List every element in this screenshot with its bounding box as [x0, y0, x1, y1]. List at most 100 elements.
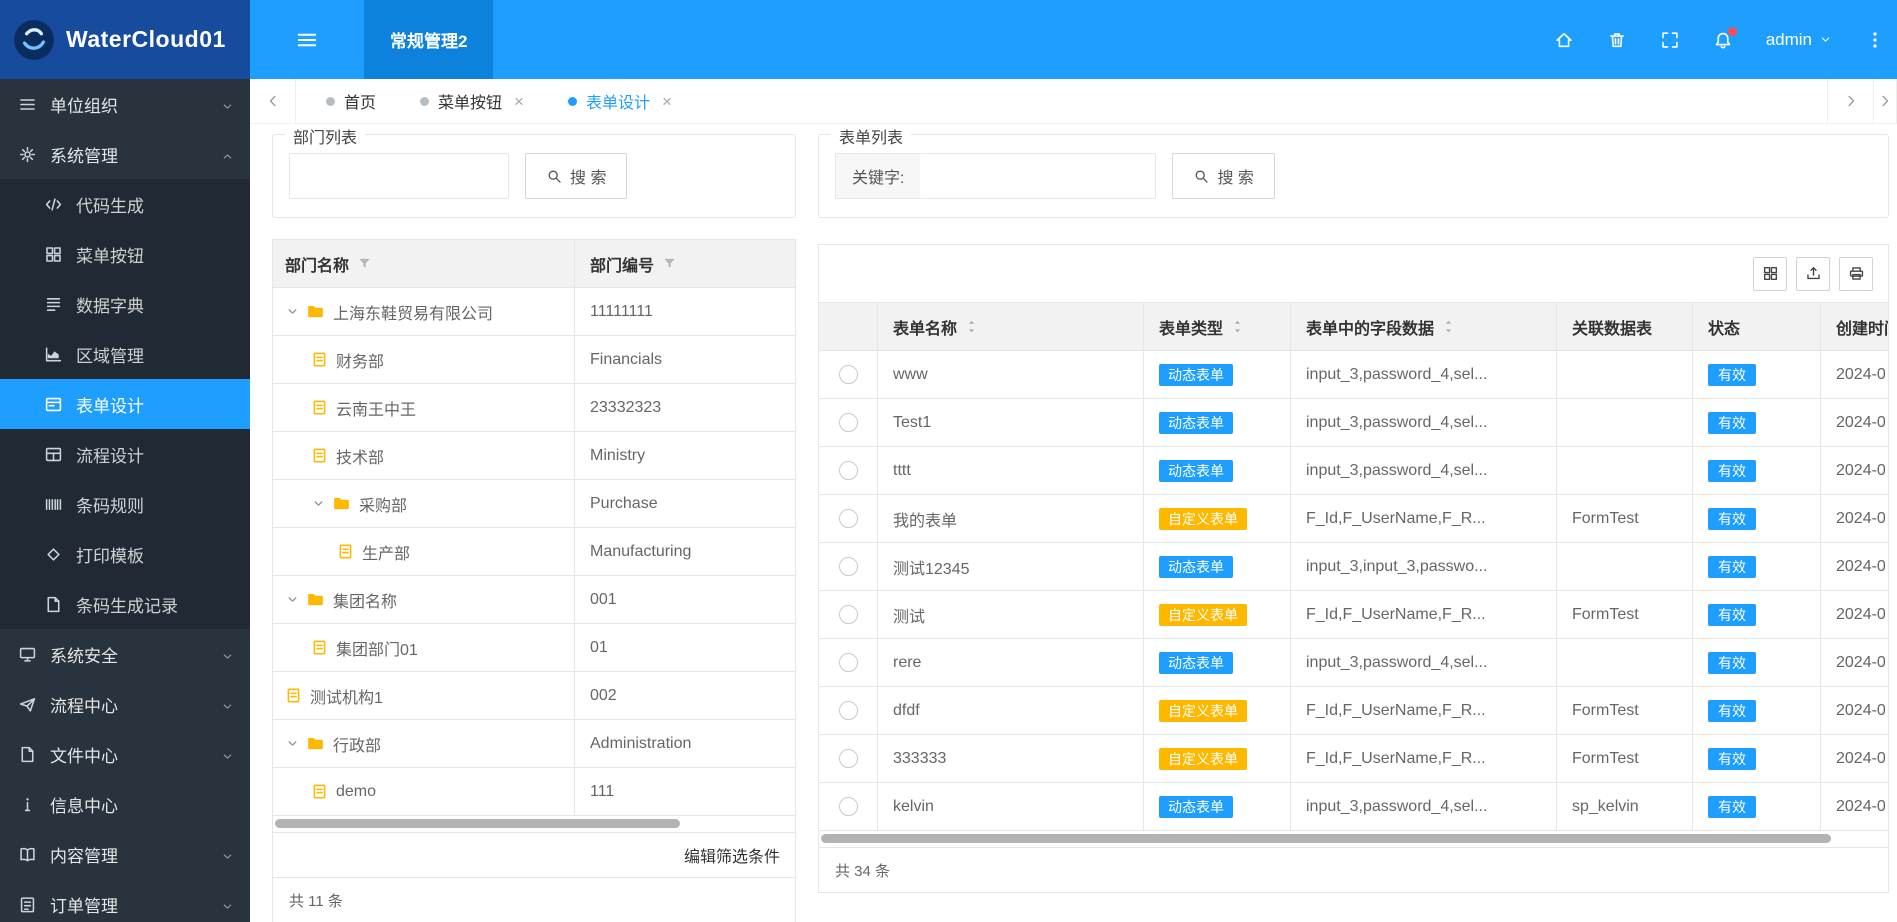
dept-row[interactable]: 技术部 Ministry	[273, 432, 795, 480]
tab-close-icon[interactable]: ×	[662, 93, 672, 110]
sort-icon[interactable]	[964, 319, 979, 334]
sidebar-item[interactable]: 代码生成	[0, 179, 250, 229]
record-icon	[44, 595, 63, 614]
sidebar-item[interactable]: 系统安全	[0, 629, 250, 679]
row-radio[interactable]	[838, 557, 858, 576]
tab-item[interactable]: 首页	[304, 79, 398, 123]
filter-icon[interactable]	[662, 256, 677, 271]
sidebar-item[interactable]: 系统管理	[0, 129, 250, 179]
dept-search-input[interactable]	[289, 153, 509, 199]
keyword-input[interactable]	[920, 153, 1157, 199]
sidebar-item[interactable]: 表单设计	[0, 379, 250, 429]
sidebar-item[interactable]: 条码生成记录	[0, 579, 250, 629]
row-radio[interactable]	[838, 413, 858, 432]
dept-row[interactable]: 集团名称 001	[273, 576, 795, 624]
tab-item[interactable]: 菜单按钮 ×	[398, 79, 546, 123]
app-logo-area[interactable]: WaterCloud01	[0, 0, 250, 79]
form-row[interactable]: 测试 自定义表单 F_Id,F_UserName,F_R... FormTest 有效 2…	[819, 591, 1888, 639]
caret-down-icon[interactable]	[285, 736, 300, 751]
row-radio[interactable]	[838, 701, 858, 720]
sort-icon[interactable]	[1230, 319, 1245, 334]
dept-row[interactable]: 行政部 Administration	[273, 720, 795, 768]
sidebar-item[interactable]: 打印模板	[0, 529, 250, 579]
caret-down-icon[interactable]	[285, 592, 300, 607]
row-radio[interactable]	[838, 749, 858, 768]
form-name: Test1	[893, 413, 932, 431]
dept-row[interactable]: 测试机构1 002	[273, 672, 795, 720]
form-row[interactable]: 我的表单 自定义表单 F_Id,F_UserName,F_R... FormTest 有…	[819, 495, 1888, 543]
home-icon[interactable]	[1554, 30, 1574, 50]
form-row[interactable]: 测试12345 动态表单 input_3,input_3,passwo... 有效 20…	[819, 543, 1888, 591]
form-row[interactable]: kelvin 动态表单 input_3,password_4,sel... sp_ke…	[819, 783, 1888, 831]
form-fields: input_3,password_4,sel...	[1306, 653, 1488, 671]
row-radio[interactable]	[838, 365, 858, 384]
sidebar-item[interactable]: 信息中心	[0, 779, 250, 829]
sidebar-collapse-button[interactable]	[250, 0, 364, 79]
sidebar-item[interactable]: 菜单按钮	[0, 229, 250, 279]
top-nav-item[interactable]: 常规管理2	[364, 0, 494, 79]
caret-down-icon[interactable]	[311, 496, 326, 511]
dept-row[interactable]: 云南王中王 23332323	[273, 384, 795, 432]
row-radio[interactable]	[838, 509, 858, 528]
filter-icon[interactable]	[357, 256, 372, 271]
dept-row[interactable]: 集团部门01 01	[273, 624, 795, 672]
dept-code: 11111111	[590, 302, 653, 320]
dept-code: 01	[590, 638, 608, 656]
trash-icon[interactable]	[1607, 30, 1627, 50]
dept-row[interactable]: 生产部 Manufacturing	[273, 528, 795, 576]
sidebar-item[interactable]: 条码规则	[0, 479, 250, 529]
row-radio[interactable]	[838, 653, 858, 672]
sidebar-item[interactable]: 流程设计	[0, 429, 250, 479]
form-row[interactable]: Test1 动态表单 input_3,password_4,sel... 有效 2024…	[819, 399, 1888, 447]
row-radio[interactable]	[838, 605, 858, 624]
export-button[interactable]	[1796, 256, 1830, 291]
dept-code: Manufacturing	[590, 542, 692, 560]
info-icon	[18, 795, 37, 814]
form-row[interactable]: www 动态表单 input_3,password_4,sel... 有效 2024-0	[819, 351, 1888, 399]
print-button[interactable]	[1839, 256, 1873, 291]
sidebar-item[interactable]: 单位组织	[0, 79, 250, 129]
search-icon	[1193, 168, 1209, 184]
content-icon	[18, 845, 37, 864]
form-search-button[interactable]: 搜 索	[1172, 153, 1275, 199]
sidebar-item[interactable]: 订单管理	[0, 879, 250, 922]
form-row[interactable]: rere 动态表单 input_3,password_4,sel... 有效 2024-…	[819, 639, 1888, 687]
form-rel-table: FormTest	[1572, 605, 1639, 623]
bell-icon[interactable]	[1713, 26, 1737, 50]
tab-overflow-button[interactable]	[1873, 79, 1897, 123]
tab-close-icon[interactable]: ×	[514, 93, 524, 110]
form-created: 2024-0	[1836, 701, 1886, 719]
sidebar-item[interactable]: 内容管理	[0, 829, 250, 879]
row-radio[interactable]	[838, 461, 858, 480]
form-row[interactable]: 333333 自定义表单 F_Id,F_UserName,F_R... FormTes…	[819, 735, 1888, 783]
form-row[interactable]: tttt 动态表单 input_3,password_4,sel... 有效 2024-…	[819, 447, 1888, 495]
dept-hscrollbar	[273, 816, 795, 832]
caret-down-icon[interactable]	[285, 304, 300, 319]
form-table-header-row: 表单名称 表单类型 表单中的字段数据 关联数据表 状态 创建时间	[819, 303, 1888, 351]
sort-icon[interactable]	[1441, 319, 1456, 334]
sidebar-item[interactable]: 区域管理	[0, 329, 250, 379]
dept-hscrollbar-thumb[interactable]	[275, 819, 680, 828]
columns-button[interactable]	[1753, 256, 1787, 291]
sidebar-item[interactable]: 文件中心	[0, 729, 250, 779]
dept-search-button[interactable]: 搜 索	[525, 153, 628, 199]
dept-row[interactable]: demo 111	[273, 768, 795, 816]
tab-item[interactable]: 表单设计 ×	[546, 79, 694, 123]
form-fields: input_3,input_3,passwo...	[1306, 557, 1488, 575]
dept-row[interactable]: 采购部 Purchase	[273, 480, 795, 528]
dept-row[interactable]: 财务部 Financials	[273, 336, 795, 384]
sidebar-item[interactable]: 流程中心	[0, 679, 250, 729]
fullscreen-icon[interactable]	[1660, 30, 1680, 50]
tab-scroll-right-button[interactable]	[1827, 79, 1873, 123]
dept-row[interactable]: 上海东鞋贸易有限公司 11111111	[273, 288, 795, 336]
form-hscrollbar-thumb[interactable]	[821, 834, 1831, 843]
form-row[interactable]: dfdf 自定义表单 F_Id,F_UserName,F_R... FormTest 有…	[819, 687, 1888, 735]
form-total-text: 共 34 条	[835, 862, 891, 880]
edit-filter-link[interactable]: 编辑筛选条件	[684, 843, 780, 867]
user-menu[interactable]: admin	[1766, 30, 1832, 50]
form-type-badge: 自定义表单	[1159, 699, 1247, 722]
row-radio[interactable]	[838, 797, 858, 816]
tab-scroll-left-button[interactable]	[250, 79, 296, 123]
more-icon[interactable]	[1865, 30, 1885, 50]
sidebar-item[interactable]: 数据字典	[0, 279, 250, 329]
